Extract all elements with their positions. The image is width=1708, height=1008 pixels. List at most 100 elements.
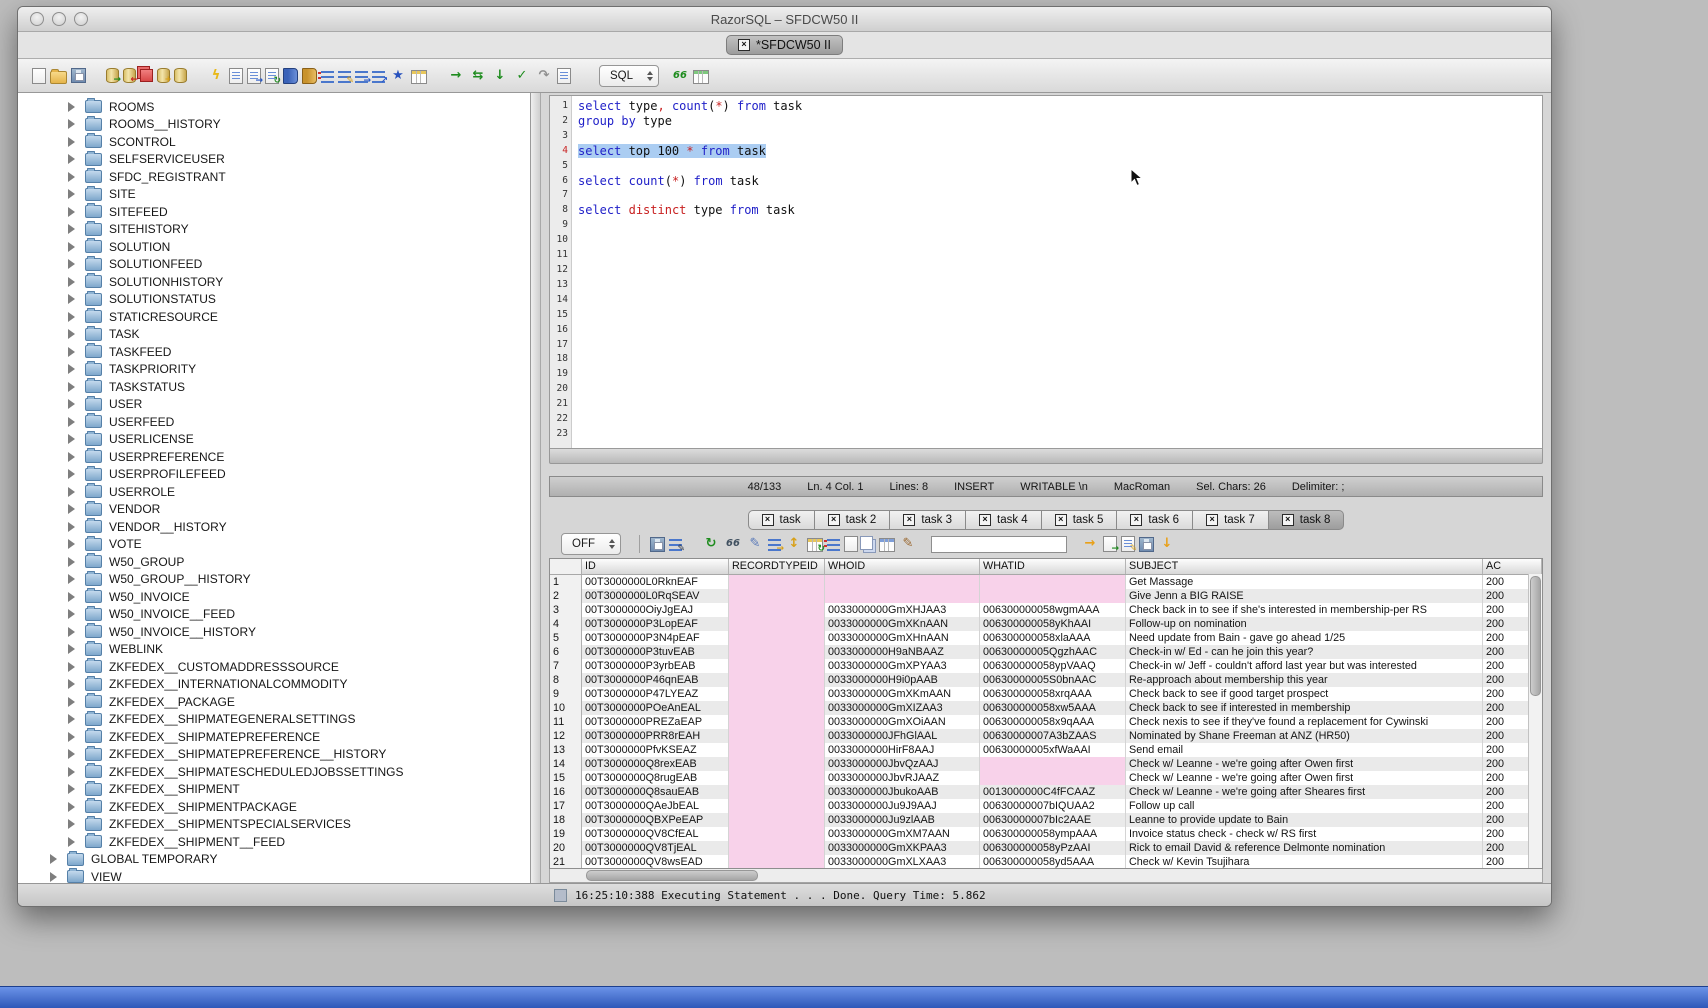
table-cell[interactable] [729,799,825,813]
table-cell[interactable]: Check w/ Kevin Tsujihara [1126,855,1483,868]
table-row[interactable]: 700T3000000P3yrbEAB0033000000GmXPYAA3006… [550,659,1542,673]
table-row[interactable]: 1300T3000000PfvKSEAZ0033000000HirF8AAJ00… [550,743,1542,757]
results-hscrollbar[interactable] [549,869,1543,883]
expand-triangle-icon[interactable] [68,557,80,567]
table-cell[interactable]: Need update from Bain - gave go ahead 1/… [1126,631,1483,645]
save-grid-icon[interactable] [1139,537,1154,552]
tree-item[interactable]: ZKFEDEX__SHIPMATEGENERALSETTINGS [18,711,530,729]
sort-icon[interactable]: ↕ [785,536,803,553]
edit-cell-icon[interactable]: ✎ [669,539,682,551]
table-cell[interactable]: 0033000000H9i0pAAB [825,673,980,687]
table-cell[interactable] [729,617,825,631]
expand-triangle-icon[interactable] [68,312,80,322]
tab-close-icon[interactable]: × [738,39,750,51]
database-browser-icon[interactable] [283,68,298,84]
table-cell[interactable]: 00T3000000L0RqSEAV [582,589,729,603]
table-row[interactable]: 300T3000000OiyJgEAJ0033000000GmXHJAA3006… [550,603,1542,617]
expand-triangle-icon[interactable] [68,137,80,147]
results-tab[interactable]: ×task 4 [966,510,1042,530]
export-grid-icon[interactable] [879,538,895,552]
close-button[interactable] [30,12,44,26]
expand-triangle-icon[interactable] [68,644,80,654]
table-cell[interactable]: 00T3000000PRR8rEAH [582,729,729,743]
table-cell[interactable]: 00T3000000PfvKSEAZ [582,743,729,757]
schema-browser-icon[interactable] [302,68,317,84]
table-cell[interactable] [729,673,825,687]
expand-triangle-icon[interactable] [68,294,80,304]
column-header[interactable]: WHOID [825,559,980,574]
table-cell[interactable] [729,631,825,645]
tab-close-icon[interactable]: × [1206,514,1218,526]
editor-hscrollbar[interactable] [549,449,1543,464]
expand-triangle-icon[interactable] [68,207,80,217]
tree-item[interactable]: TASKSTATUS [18,378,530,396]
explain-plan-icon[interactable]: 66 [671,67,689,84]
table-cell[interactable]: 0033000000GmXKnAAN [825,617,980,631]
fetch-all-icon[interactable]: ↓ [491,67,509,84]
table-cell[interactable] [729,757,825,771]
table-cell[interactable] [729,855,825,868]
table-cell[interactable]: 006300000058wgmAAA [980,603,1126,617]
table-cell[interactable]: Check w/ Leanne - we're going after Owen… [1126,757,1483,771]
favorites-icon[interactable]: ★ [389,67,407,84]
table-cell[interactable] [825,589,980,603]
table-cell[interactable]: 0013000000C4fFCAAZ [980,785,1126,799]
tree-item[interactable]: USER [18,396,530,414]
table-cell[interactable]: 00T3000000P3yrbEAB [582,659,729,673]
expand-triangle-icon[interactable] [68,627,80,637]
tree-item[interactable]: USERPROFILEFEED [18,466,530,484]
expand-triangle-icon[interactable] [68,242,80,252]
expand-triangle-icon[interactable] [68,347,80,357]
table-cell[interactable]: 00630000005xfWaAAI [980,743,1126,757]
expand-triangle-icon[interactable] [68,382,80,392]
tree-item[interactable]: SOLUTIONHISTORY [18,273,530,291]
table-cell[interactable]: 0033000000HirF8AAJ [825,743,980,757]
tree-item[interactable]: SITEFEED [18,203,530,221]
tab-close-icon[interactable]: × [1130,514,1142,526]
statement-type-select[interactable]: SQL [599,65,659,87]
results-tab[interactable]: ×task 3 [890,510,966,530]
table-cell[interactable]: 006300000058x9qAAA [980,715,1126,729]
tree-item[interactable]: ZKFEDEX__INTERNATIONALCOMMODITY [18,676,530,694]
tree-item[interactable]: SELFSERVICEUSER [18,151,530,169]
table-cell[interactable]: 00630000007A3bZAAS [980,729,1126,743]
table-cell[interactable]: 00T3000000QV8wsEAD [582,855,729,868]
table-cell[interactable]: 0033000000JFhGlAAL [825,729,980,743]
select-columns-icon[interactable] [827,539,840,551]
expand-triangle-icon[interactable] [68,487,80,497]
table-cell[interactable]: 00T3000000Q8rexEAB [582,757,729,771]
expand-triangle-icon[interactable] [68,504,80,514]
tab-close-icon[interactable]: × [1282,514,1294,526]
column-header[interactable]: ID [582,559,729,574]
tree-item[interactable]: W50_INVOICE [18,588,530,606]
table-row[interactable]: 1700T3000000QAeJbEAL0033000000Ju9J9AAJ00… [550,799,1542,813]
expand-triangle-icon[interactable] [68,679,80,689]
tab-close-icon[interactable]: × [979,514,991,526]
table-cell[interactable] [729,603,825,617]
tree-item[interactable]: SOLUTION [18,238,530,256]
table-cell[interactable]: 006300000058xrqAAA [980,687,1126,701]
table-cell[interactable]: 0033000000GmXOiAAN [825,715,980,729]
table-cell[interactable]: 006300000058yd5AAA [980,855,1126,868]
table-cell[interactable]: 00T3000000PREZaEAP [582,715,729,729]
table-row[interactable]: 1100T3000000PREZaEAP0033000000GmXOiAAN00… [550,715,1542,729]
table-row[interactable]: 1800T3000000QBXPeEAP0033000000Ju9zlAAB00… [550,813,1542,827]
table-cell[interactable] [729,743,825,757]
query-list-icon[interactable] [321,71,334,83]
table-row[interactable]: 200T3000000L0RqSEAVGive Jenn a BIG RAISE… [550,589,1542,603]
copy-results-icon[interactable] [140,69,153,82]
execute-procedure-icon[interactable]: ϟ [207,67,225,84]
tree-item[interactable]: SOLUTIONSTATUS [18,291,530,309]
tree-item[interactable]: SFDC_REGISTRANT [18,168,530,186]
table-cell[interactable]: 0033000000GmXLXAA3 [825,855,980,868]
table-cell[interactable]: Nominated by Shane Freeman at ANZ (HR50) [1126,729,1483,743]
expand-triangle-icon[interactable] [68,102,80,112]
tree-item[interactable]: W50_INVOICE__FEED [18,606,530,624]
table-cell[interactable]: 00630000007bIQUAA2 [980,799,1126,813]
sql-history-icon[interactable] [557,68,571,84]
expand-triangle-icon[interactable] [68,434,80,444]
expand-triangle-icon[interactable] [68,802,80,812]
table-row[interactable]: 1200T3000000PRR8rEAH0033000000JFhGlAAL00… [550,729,1542,743]
results-tab[interactable]: ×task 8 [1269,510,1345,530]
table-cell[interactable]: 00T3000000P3N4pEAF [582,631,729,645]
